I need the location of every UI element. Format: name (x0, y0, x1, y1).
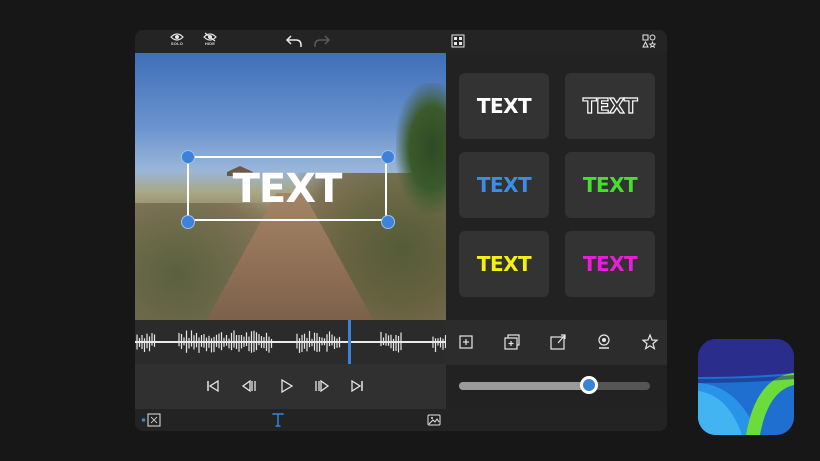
text-overlay[interactable]: TEXT (233, 166, 343, 212)
bottom-toolbar (135, 409, 667, 431)
play-icon[interactable] (278, 378, 294, 394)
audio-timeline[interactable] (135, 320, 446, 364)
shapes-icon (642, 34, 656, 48)
solo-label: SOLO (170, 41, 184, 46)
text-style-yellow[interactable]: TEXT (459, 231, 549, 297)
redo-icon (314, 35, 331, 47)
text-style-panel: TEXT TEXT TEXT TEXT TEXT TEXT (446, 53, 667, 320)
slider-thumb[interactable] (579, 376, 598, 394)
scene-trees (396, 83, 446, 213)
text-overlay-box[interactable]: TEXT (187, 156, 387, 221)
resize-handle-bottom-left[interactable] (181, 215, 195, 229)
step-back-icon[interactable] (241, 378, 257, 394)
layout-grid-button[interactable] (451, 34, 465, 54)
image-icon[interactable] (427, 413, 441, 427)
editor-window: SOLO HIDE TEXT TEXT TEXT TEXT TEXT TEXT … (135, 30, 667, 431)
timeline-baseline (135, 341, 446, 343)
grid-icon (451, 34, 465, 48)
undo-button[interactable] (285, 34, 303, 54)
skip-end-icon[interactable] (349, 378, 365, 394)
style-label: TEXT (582, 173, 638, 197)
resize-handle-bottom-right[interactable] (381, 215, 395, 229)
style-label: TEXT (476, 173, 532, 197)
opacity-slider-row (446, 365, 667, 409)
style-label: TEXT (476, 252, 532, 276)
top-toolbar: SOLO HIDE (135, 30, 667, 53)
app-logo (698, 339, 794, 435)
skip-start-icon[interactable] (205, 378, 221, 394)
redo-button[interactable] (313, 34, 331, 54)
style-label: TEXT (582, 252, 638, 276)
export-frame-icon[interactable] (549, 333, 567, 351)
favorite-star-icon[interactable] (641, 333, 659, 351)
resize-handle-top-left[interactable] (181, 150, 195, 164)
slider-fill (459, 382, 589, 390)
transport-controls (135, 364, 446, 409)
style-toolbar (446, 320, 667, 365)
undo-icon (285, 35, 302, 47)
text-style-white[interactable]: TEXT (459, 73, 549, 139)
text-tool-icon[interactable] (271, 412, 285, 428)
text-style-blue[interactable]: TEXT (459, 152, 549, 218)
shapes-button[interactable] (642, 34, 656, 54)
video-preview[interactable]: TEXT (135, 53, 446, 320)
playhead[interactable] (348, 320, 351, 364)
fit-frame-icon[interactable] (141, 413, 163, 427)
add-layer-icon[interactable] (503, 333, 521, 351)
style-label: TEXT (476, 94, 532, 118)
logo-mark-icon (698, 339, 794, 435)
hide-label: HIDE (204, 41, 216, 46)
text-style-green[interactable]: TEXT (565, 152, 655, 218)
hide-button[interactable]: HIDE (203, 32, 217, 52)
add-icon[interactable] (457, 333, 475, 351)
slider-track[interactable] (459, 376, 650, 394)
record-icon[interactable] (595, 333, 613, 351)
resize-handle-top-right[interactable] (381, 150, 395, 164)
text-style-outline[interactable]: TEXT (565, 73, 655, 139)
style-label: TEXT (582, 93, 638, 118)
solo-button[interactable]: SOLO (170, 32, 184, 52)
step-forward-icon[interactable] (314, 378, 330, 394)
text-style-magenta[interactable]: TEXT (565, 231, 655, 297)
